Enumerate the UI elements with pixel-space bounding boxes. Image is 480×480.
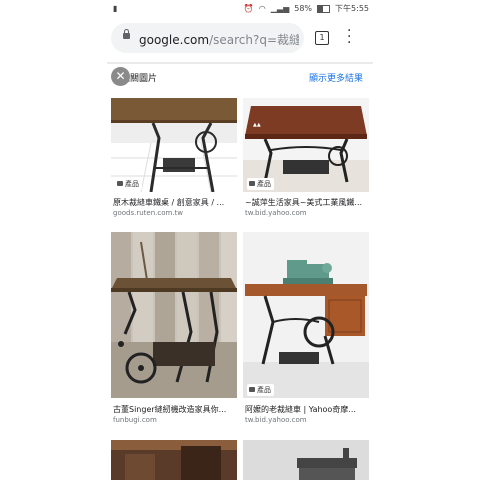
result-source: tw.bid.yahoo.com bbox=[245, 416, 307, 424]
tag-icon bbox=[249, 387, 255, 392]
tag-icon bbox=[249, 181, 255, 186]
tab-switcher-button[interactable]: 1 bbox=[315, 31, 329, 45]
result-title[interactable]: 古董Singer縫紉機改造家具你... bbox=[113, 404, 237, 415]
furniture-photo bbox=[111, 440, 237, 480]
toolbar-divider bbox=[107, 62, 373, 64]
result-source: goods.ruten.com.tw bbox=[113, 209, 183, 217]
image-result-card[interactable]: 產品 原木裁縫車鐵桌 / 創意家具 / ... goods.ruten.com.… bbox=[111, 98, 237, 220]
image-result-card[interactable] bbox=[111, 440, 237, 480]
svg-text:▲▲: ▲▲ bbox=[253, 122, 261, 128]
badge-label: 產品 bbox=[125, 180, 139, 188]
badge-label: 產品 bbox=[257, 180, 271, 188]
result-image[interactable]: 產品 bbox=[243, 232, 369, 398]
image-result-card[interactable] bbox=[243, 440, 369, 480]
result-title[interactable]: ~誠萍生活家具~美式工業風鐵... bbox=[245, 197, 369, 208]
image-result-card[interactable]: ▲▲ 產品 ~誠萍生活家具~美式工業風鐵... tw.bid.yahoo.com bbox=[243, 98, 369, 220]
phone-screen: ▮ ⏰ ◠ ▁▃▅ 58% 下午5:55 google.com/search?q… bbox=[107, 0, 373, 480]
product-badge: 產品 bbox=[247, 178, 274, 190]
result-source: funbugi.com bbox=[113, 416, 157, 424]
sewing-machine-photo bbox=[243, 232, 369, 398]
alarm-icon: ⏰ bbox=[243, 4, 254, 13]
product-badge: 產品 bbox=[247, 384, 274, 396]
clock: 下午5:55 bbox=[335, 4, 369, 13]
url-domain: google.com bbox=[139, 33, 210, 47]
badge-label: 產品 bbox=[257, 386, 271, 394]
signal-icon: ▁▃▅ bbox=[270, 4, 290, 13]
status-bar: ▮ ⏰ ◠ ▁▃▅ 58% 下午5:55 bbox=[107, 0, 373, 18]
result-source: tw.bid.yahoo.com bbox=[245, 209, 307, 217]
result-title[interactable]: 阿嬤的老裁縫車 | Yahoo奇摩... bbox=[245, 404, 369, 415]
image-result-card[interactable]: 產品 阿嬤的老裁縫車 | Yahoo奇摩... tw.bid.yahoo.com bbox=[243, 232, 369, 428]
tag-icon bbox=[117, 181, 123, 186]
result-image[interactable]: 產品 bbox=[111, 98, 237, 192]
result-title[interactable]: 原木裁縫車鐵桌 / 創意家具 / ... bbox=[113, 197, 237, 208]
result-image[interactable] bbox=[111, 232, 237, 398]
wifi-icon: ◠ bbox=[258, 4, 266, 13]
sewing-table-photo bbox=[111, 232, 237, 398]
result-image[interactable]: ▲▲ 產品 bbox=[243, 98, 369, 192]
url-text[interactable]: google.com/search?q=裁縫車 bbox=[139, 31, 299, 48]
battery-icon bbox=[317, 4, 331, 13]
show-more-link[interactable]: 顯示更多結果 bbox=[309, 71, 363, 84]
lock-icon bbox=[123, 29, 130, 39]
result-image[interactable] bbox=[243, 440, 369, 480]
result-image[interactable] bbox=[111, 440, 237, 480]
url-path: /search?q=裁縫車 bbox=[209, 33, 299, 47]
tab-count: 1 bbox=[319, 33, 325, 42]
more-menu-icon[interactable]: · · · bbox=[347, 24, 351, 50]
image-result-card[interactable]: 古董Singer縫紉機改造家具你... funbugi.com bbox=[111, 232, 237, 428]
product-badge: 產品 bbox=[115, 178, 142, 190]
notification-icon: ▮ bbox=[113, 4, 118, 13]
close-icon[interactable]: ✕ bbox=[111, 67, 130, 86]
sewing-machine-photo bbox=[243, 440, 369, 480]
battery-percent: 58% bbox=[294, 4, 313, 13]
address-bar[interactable]: google.com/search?q=裁縫車 bbox=[111, 23, 304, 53]
